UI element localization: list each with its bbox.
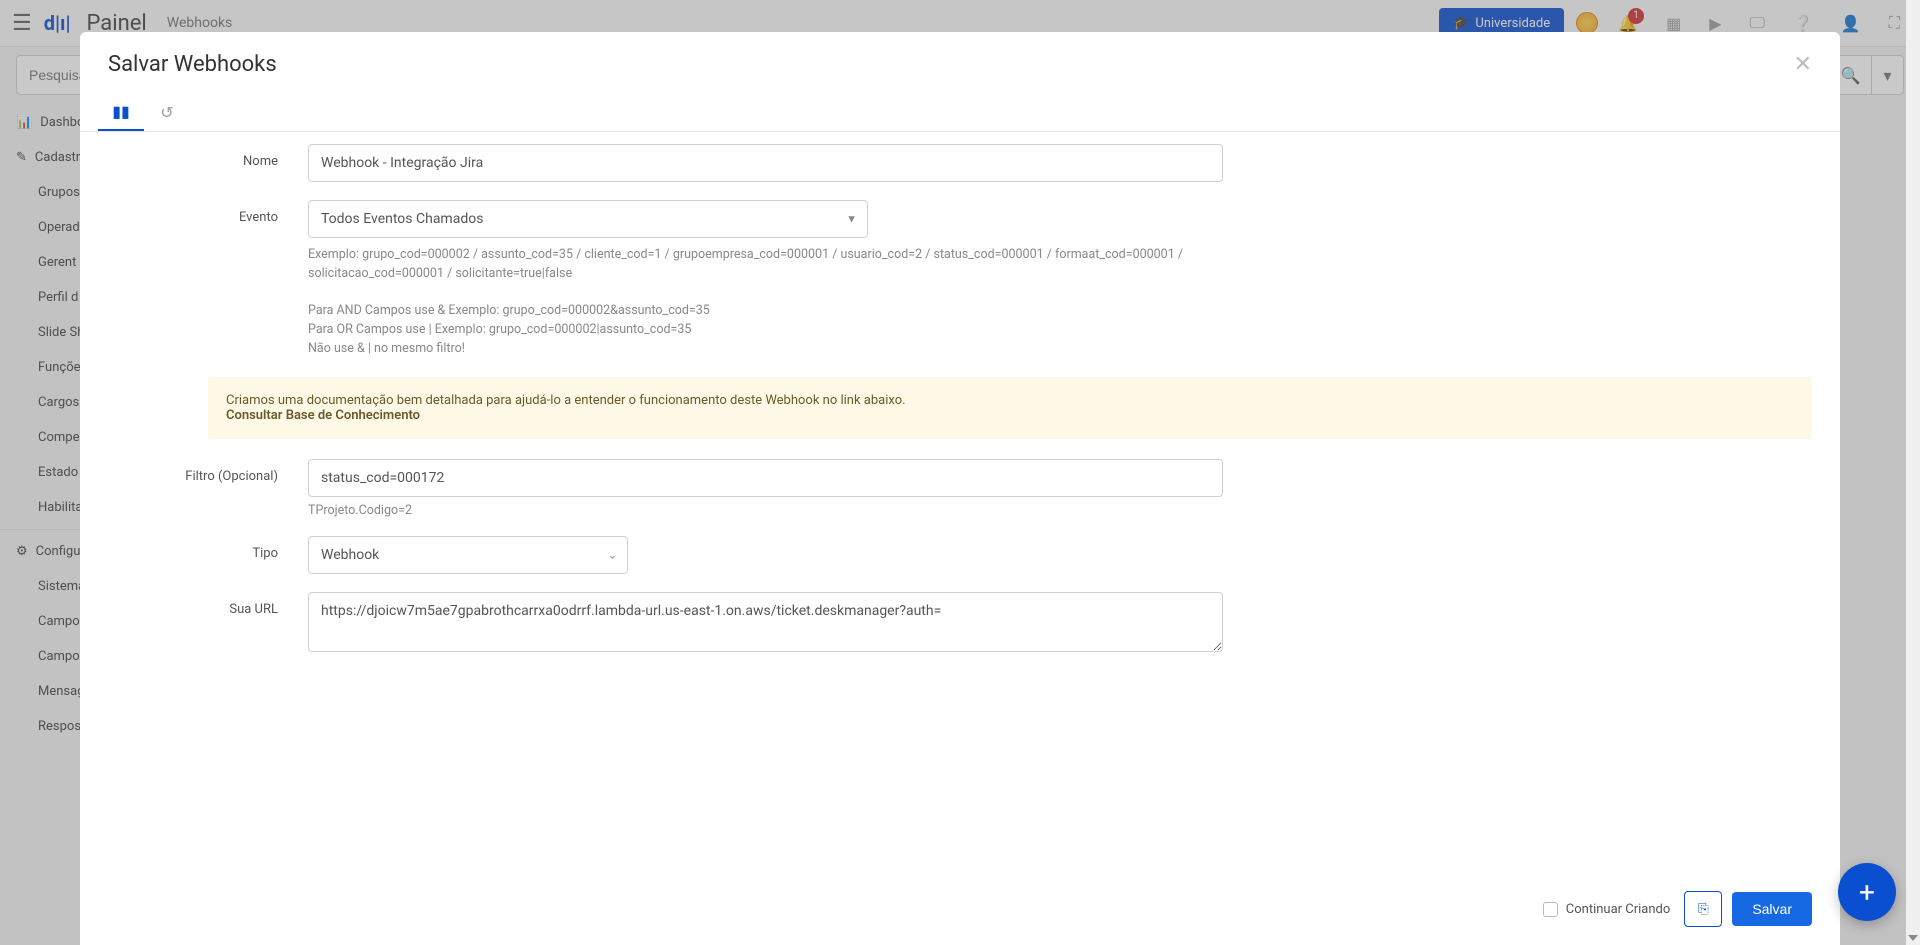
label-url: Sua URL: [108, 592, 308, 617]
knowledge-base-link[interactable]: Consultar Base de Conhecimento: [226, 408, 420, 423]
label-tipo: Tipo: [108, 536, 308, 561]
fab-add[interactable]: +: [1838, 863, 1896, 921]
tab-history[interactable]: ↺: [144, 93, 190, 131]
modal-tabs: ▮▮ ↺: [80, 93, 1840, 132]
modal-body: Nome Evento Todos Eventos Chamados ▼ Exe…: [80, 132, 1840, 873]
plus-icon: +: [1859, 876, 1875, 909]
modal-footer: Continuar Criando ⎘ Salvar: [80, 873, 1840, 945]
modal-title: Salvar Webhooks: [108, 52, 277, 77]
tipo-select[interactable]: Webhook ⌄: [308, 536, 628, 574]
webhook-modal: Salvar Webhooks ✕ ▮▮ ↺ Nome Evento Todos…: [80, 32, 1840, 945]
salvar-button[interactable]: Salvar: [1732, 892, 1812, 926]
book-icon: ▮▮: [112, 102, 130, 121]
filtro-hint: TProjeto.Codigo=2: [308, 503, 1223, 518]
close-button[interactable]: ✕: [1794, 52, 1812, 77]
evento-select[interactable]: Todos Eventos Chamados ▼: [308, 200, 868, 238]
nome-input[interactable]: [308, 144, 1223, 182]
modal-header: Salvar Webhooks ✕: [80, 32, 1840, 93]
chevron-down-icon: ▼: [846, 213, 857, 226]
checkbox-icon: [1543, 902, 1558, 917]
label-nome: Nome: [108, 144, 308, 169]
filtro-input[interactable]: [308, 459, 1223, 497]
history-icon: ↺: [160, 103, 173, 122]
label-filtro: Filtro (Opcional): [108, 459, 308, 484]
label-evento: Evento: [108, 200, 308, 225]
close-icon: ✕: [1794, 52, 1812, 77]
chevron-down-icon: ⌄: [608, 548, 617, 561]
scrollbar[interactable]: [1906, 0, 1920, 945]
continuar-checkbox[interactable]: Continuar Criando: [1543, 902, 1671, 917]
copy-icon: ⎘: [1698, 901, 1709, 917]
copy-button[interactable]: ⎘: [1684, 891, 1722, 927]
url-input[interactable]: [308, 592, 1223, 652]
info-banner: Criamos uma documentação bem detalhada p…: [208, 377, 1812, 439]
evento-help: Exemplo: grupo_cod=000002 / assunto_cod=…: [308, 246, 1223, 359]
tab-form[interactable]: ▮▮: [98, 93, 144, 131]
